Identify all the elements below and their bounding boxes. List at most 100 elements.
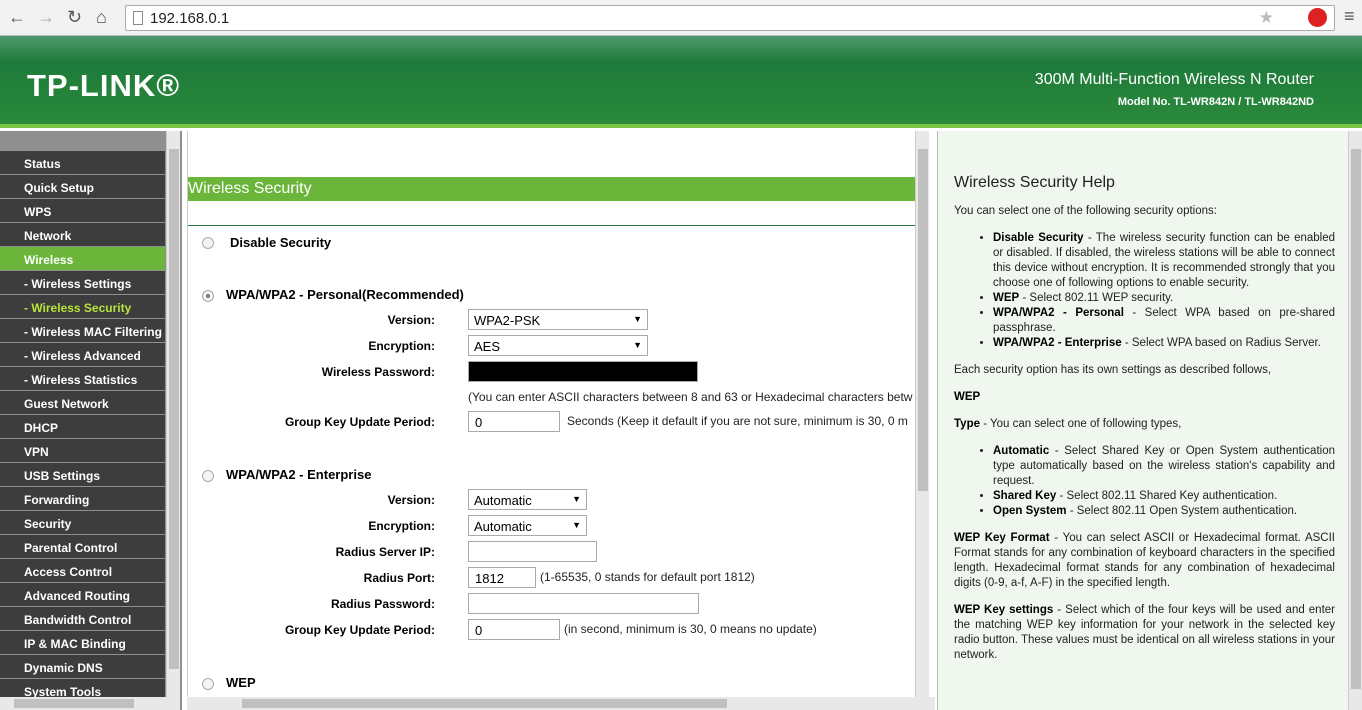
help-item-key: Disable Security (993, 232, 1084, 244)
help-list-item: Automatic - Select Shared Key or Open Sy… (993, 444, 1335, 489)
help-type-key: Type (954, 418, 980, 430)
help-list-item: Open System - Select 802.11 Open System … (993, 504, 1335, 519)
reload-icon[interactable]: ↻ (67, 7, 82, 28)
home-icon[interactable]: ⌂ (96, 7, 107, 28)
encryption-select[interactable]: AES (468, 335, 648, 356)
sidebar-hscrollbar[interactable] (0, 697, 180, 710)
help-list-item: WPA/WPA2 - Enterprise - Select WPA based… (993, 336, 1335, 351)
password-note: (You can enter ASCII characters between … (468, 390, 913, 404)
main-hscrollbar[interactable] (187, 697, 935, 710)
main-frame: Wireless Security Disable Security WPA/W… (187, 131, 935, 710)
forward-icon[interactable]: → (37, 7, 55, 28)
sidebar-item[interactable]: - Wireless MAC Filtering (0, 319, 165, 342)
sidebar-item[interactable]: - Wireless Security (0, 295, 165, 318)
encryption-label: Encryption: (368, 339, 435, 353)
ent-encryption-label: Encryption: (368, 519, 435, 533)
address-bar[interactable]: 192.168.0.1 ★ (125, 5, 1335, 31)
wpa-enterprise-label: WPA/WPA2 - Enterprise (226, 467, 372, 482)
wep-radio[interactable] (202, 678, 214, 690)
sidebar-item[interactable]: Network (0, 223, 165, 246)
help-item-key: Shared Key (993, 490, 1057, 502)
ent-version-select[interactable]: Automatic (468, 489, 587, 510)
help-panel: Wireless Security Help You can select on… (937, 131, 1362, 710)
ent-version-label: Version: (387, 493, 435, 507)
radius-ip-label: Radius Server IP: (335, 545, 435, 559)
ent-gkup-note: (in second, minimum is 30, 0 means no up… (564, 622, 817, 636)
sidebar-item[interactable]: USB Settings (0, 463, 165, 486)
back-icon[interactable]: ← (8, 7, 26, 28)
wpa-personal-radio[interactable] (202, 290, 214, 302)
sidebar-item[interactable]: DHCP (0, 415, 165, 438)
sidebar-scrollbar[interactable] (166, 131, 180, 697)
sidebar-menu: Status Quick Setup WPS Network Wireless - Wir… (0, 131, 182, 710)
help-item-text: - Select WPA based on Radius Server. (1121, 337, 1321, 349)
help-wep-heading: WEP (954, 391, 981, 403)
radius-ip-input[interactable] (468, 541, 597, 562)
page-title: Wireless Security (188, 177, 916, 201)
sidebar-item[interactable]: Status (0, 151, 165, 174)
extension-icon[interactable] (1308, 8, 1327, 27)
help-fmt-key: WEP Key Format (954, 532, 1050, 544)
sidebar-item[interactable]: Bandwidth Control (0, 607, 165, 630)
sidebar-item[interactable]: Guest Network (0, 391, 165, 414)
sidebar-item[interactable]: Security (0, 511, 165, 534)
help-item-text: - Select 802.11 WEP security. (1019, 292, 1174, 304)
help-set-key: WEP Key settings (954, 604, 1054, 616)
sidebar-item[interactable]: Wireless (0, 247, 165, 270)
sidebar-item[interactable]: Access Control (0, 559, 165, 582)
disable-security-label: Disable Security (230, 235, 332, 250)
help-item-key: WPA/WPA2 - Enterprise (993, 337, 1122, 349)
gkup-label: Group Key Update Period: (284, 415, 435, 429)
star-icon[interactable]: ★ (1259, 8, 1274, 28)
wpa-personal-label: WPA/WPA2 - Personal(Recommended) (226, 287, 464, 302)
router-header: TP-LINK® 300M Multi-Function Wireless N … (0, 36, 1362, 128)
help-item-key: WPA/WPA2 - Personal (993, 307, 1124, 319)
radius-port-input[interactable]: 1812 (468, 567, 536, 588)
help-list-item: WPA/WPA2 - Personal - Select WPA based o… (993, 306, 1335, 336)
version-select[interactable]: WPA2-PSK (468, 309, 648, 330)
help-item-text: - Select 802.11 Open System authenticati… (1066, 505, 1298, 517)
gkup-input[interactable]: 0 (468, 411, 560, 432)
help-item-key: Automatic (993, 445, 1050, 457)
disable-security-radio[interactable] (202, 237, 214, 249)
help-title: Wireless Security Help (954, 174, 1115, 191)
ent-encryption-select[interactable]: Automatic (468, 515, 587, 536)
sidebar-item[interactable]: VPN (0, 439, 165, 462)
sidebar-item[interactable]: Dynamic DNS (0, 655, 165, 678)
gkup-note: Seconds (Keep it default if you are not … (567, 414, 908, 428)
radius-port-note: (1-65535, 0 stands for default port 1812… (540, 570, 755, 584)
sidebar-item[interactable]: IP & MAC Binding (0, 631, 165, 654)
help-options-list: Disable Security - The wireless security… (993, 231, 1335, 351)
sidebar-item[interactable]: Forwarding (0, 487, 165, 510)
help-item-text: - Select 802.11 Shared Key authenticatio… (1056, 490, 1278, 502)
wireless-password-input[interactable] (468, 361, 698, 382)
help-list-item: WEP - Select 802.11 WEP security. (993, 291, 1335, 306)
menu-icon[interactable]: ≡ (1344, 6, 1355, 27)
help-item-key: WEP (993, 292, 1020, 304)
sidebar-item[interactable]: Quick Setup (0, 175, 165, 198)
sidebar-item[interactable]: Advanced Routing (0, 583, 165, 606)
sidebar-item[interactable]: WPS (0, 199, 165, 222)
sidebar-item[interactable]: Parental Control (0, 535, 165, 558)
sidebar-item[interactable]: - Wireless Advanced (0, 343, 165, 366)
help-scrollbar[interactable] (1348, 131, 1362, 710)
help-item-key: Open System (993, 505, 1067, 517)
browser-toolbar: ← → ↻ ⌂ 192.168.0.1 ★ ≡ (0, 0, 1362, 36)
main-scrollbar[interactable] (915, 131, 929, 697)
help-intro: You can select one of the following secu… (954, 205, 1217, 217)
ent-gkup-label: Group Key Update Period: (284, 623, 435, 637)
radius-password-label: Radius Password: (330, 597, 435, 611)
wep-label: WEP (226, 675, 256, 690)
product-name: 300M Multi-Function Wireless N Router (1034, 71, 1314, 88)
radius-port-label: Radius Port: (363, 571, 435, 585)
version-label: Version: (387, 313, 435, 327)
password-label: Wireless Password: (321, 365, 435, 379)
wpa-enterprise-radio[interactable] (202, 470, 214, 482)
help-type-text: - You can select one of following types, (980, 418, 1182, 430)
sidebar-item[interactable]: - Wireless Settings (0, 271, 165, 294)
sidebar-item[interactable]: - Wireless Statistics (0, 367, 165, 390)
divider (188, 225, 916, 226)
radius-password-input[interactable] (468, 593, 699, 614)
help-list-item: Shared Key - Select 802.11 Shared Key au… (993, 489, 1335, 504)
ent-gkup-input[interactable]: 0 (468, 619, 560, 640)
